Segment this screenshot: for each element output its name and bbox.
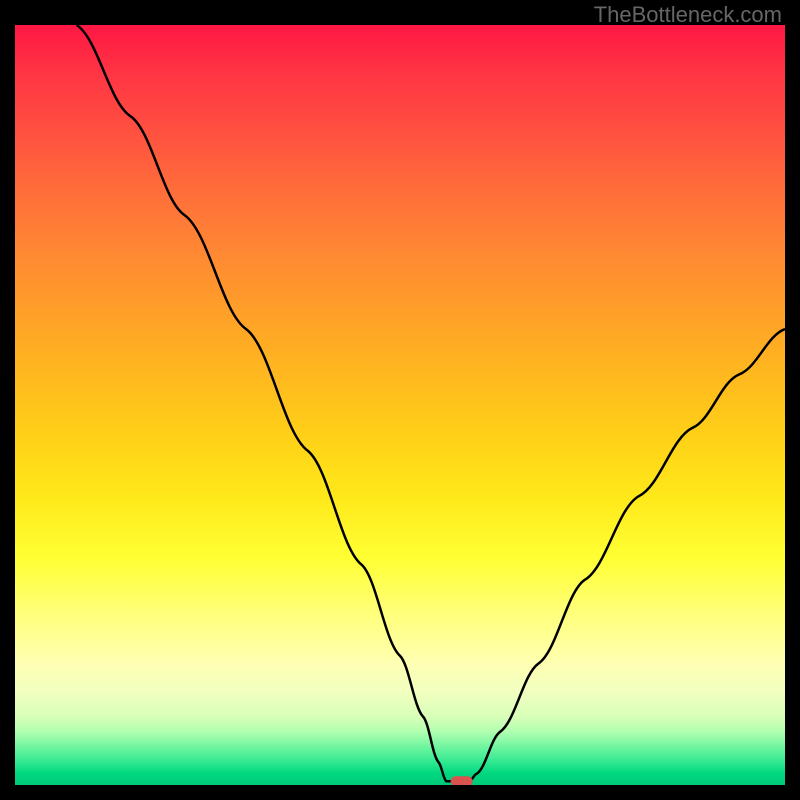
chart-plot-area: [15, 25, 785, 785]
minimum-marker: [451, 776, 473, 785]
watermark-text: TheBottleneck.com: [594, 2, 782, 28]
bottleneck-curve-line: [77, 25, 785, 781]
chart-svg: [15, 25, 785, 785]
